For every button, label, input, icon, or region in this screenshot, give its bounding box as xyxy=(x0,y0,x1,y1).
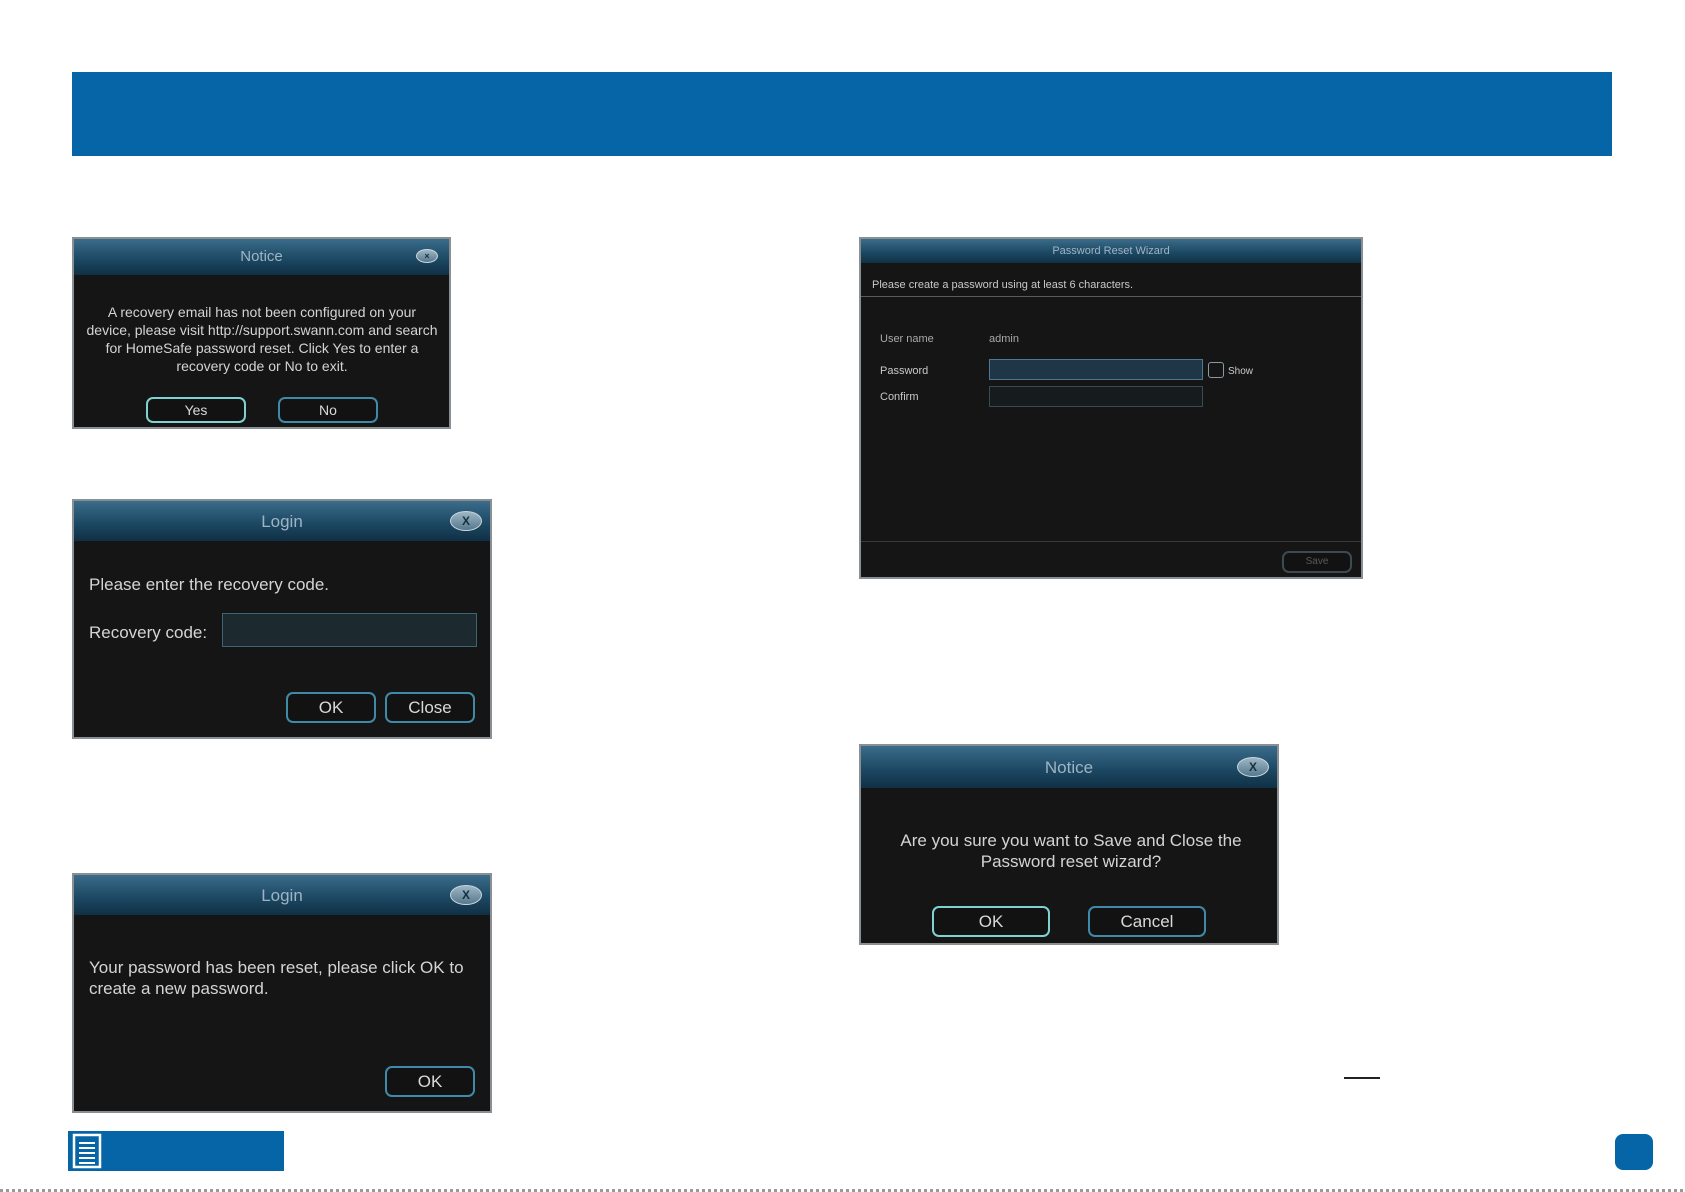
confirm-label: Confirm xyxy=(880,391,919,403)
page-number-badge xyxy=(1615,1134,1653,1170)
close-icon[interactable]: X xyxy=(450,511,482,531)
yes-button[interactable]: Yes xyxy=(146,397,246,423)
ok-button[interactable]: OK xyxy=(286,692,376,723)
wizard-instruction: Please create a password using at least … xyxy=(872,279,1134,291)
save-button[interactable]: Save xyxy=(1282,551,1352,573)
wizard-title: Password Reset Wizard xyxy=(861,239,1361,263)
login-recovery-dialog: Login X Please enter the recovery code. … xyxy=(72,499,492,739)
close-icon[interactable]: X xyxy=(450,885,482,905)
login-reset-dialog: Login X Your password has been reset, pl… xyxy=(72,873,492,1113)
recovery-code-label: Recovery code: xyxy=(89,623,208,642)
dialog-title: Notice xyxy=(861,746,1277,788)
username-value: admin xyxy=(989,333,1019,345)
wizard-footer-divider xyxy=(861,541,1361,542)
notice-message: A recovery email has not been configured… xyxy=(86,304,438,374)
reset-message: Your password has been reset, please cli… xyxy=(89,958,464,998)
cancel-button[interactable]: Cancel xyxy=(1088,906,1206,937)
dialog-title: Login xyxy=(74,501,490,541)
header-banner xyxy=(72,72,1612,156)
ok-button[interactable]: OK xyxy=(932,906,1050,937)
show-password-checkbox[interactable] xyxy=(1208,362,1224,378)
confirm-input[interactable] xyxy=(989,386,1203,407)
notice-recovery-dialog: Notice × A recovery email has not been c… xyxy=(72,237,451,429)
underline-mark xyxy=(1344,1077,1380,1079)
show-password-label: Show xyxy=(1228,366,1254,377)
wizard-divider xyxy=(861,296,1361,297)
notice-save-dialog: Notice X Are you sure you want to Save a… xyxy=(859,744,1279,945)
close-button[interactable]: Close xyxy=(385,692,475,723)
dialog-title: Notice xyxy=(74,239,449,275)
save-confirm-message: Are you sure you want to Save and Close … xyxy=(900,831,1242,871)
password-label: Password xyxy=(880,365,929,377)
ok-button[interactable]: OK xyxy=(385,1066,475,1097)
username-label: User name xyxy=(880,333,934,345)
close-icon[interactable]: × xyxy=(416,249,438,263)
recovery-code-input[interactable] xyxy=(222,613,477,647)
recovery-instruction: Please enter the recovery code. xyxy=(89,575,330,594)
document-list-icon xyxy=(68,1131,284,1171)
dialog-title: Login xyxy=(74,875,490,915)
password-input[interactable] xyxy=(989,359,1203,380)
close-icon[interactable]: X xyxy=(1237,757,1269,777)
no-button[interactable]: No xyxy=(278,397,378,423)
password-reset-wizard: Password Reset Wizard Please create a pa… xyxy=(859,237,1363,579)
